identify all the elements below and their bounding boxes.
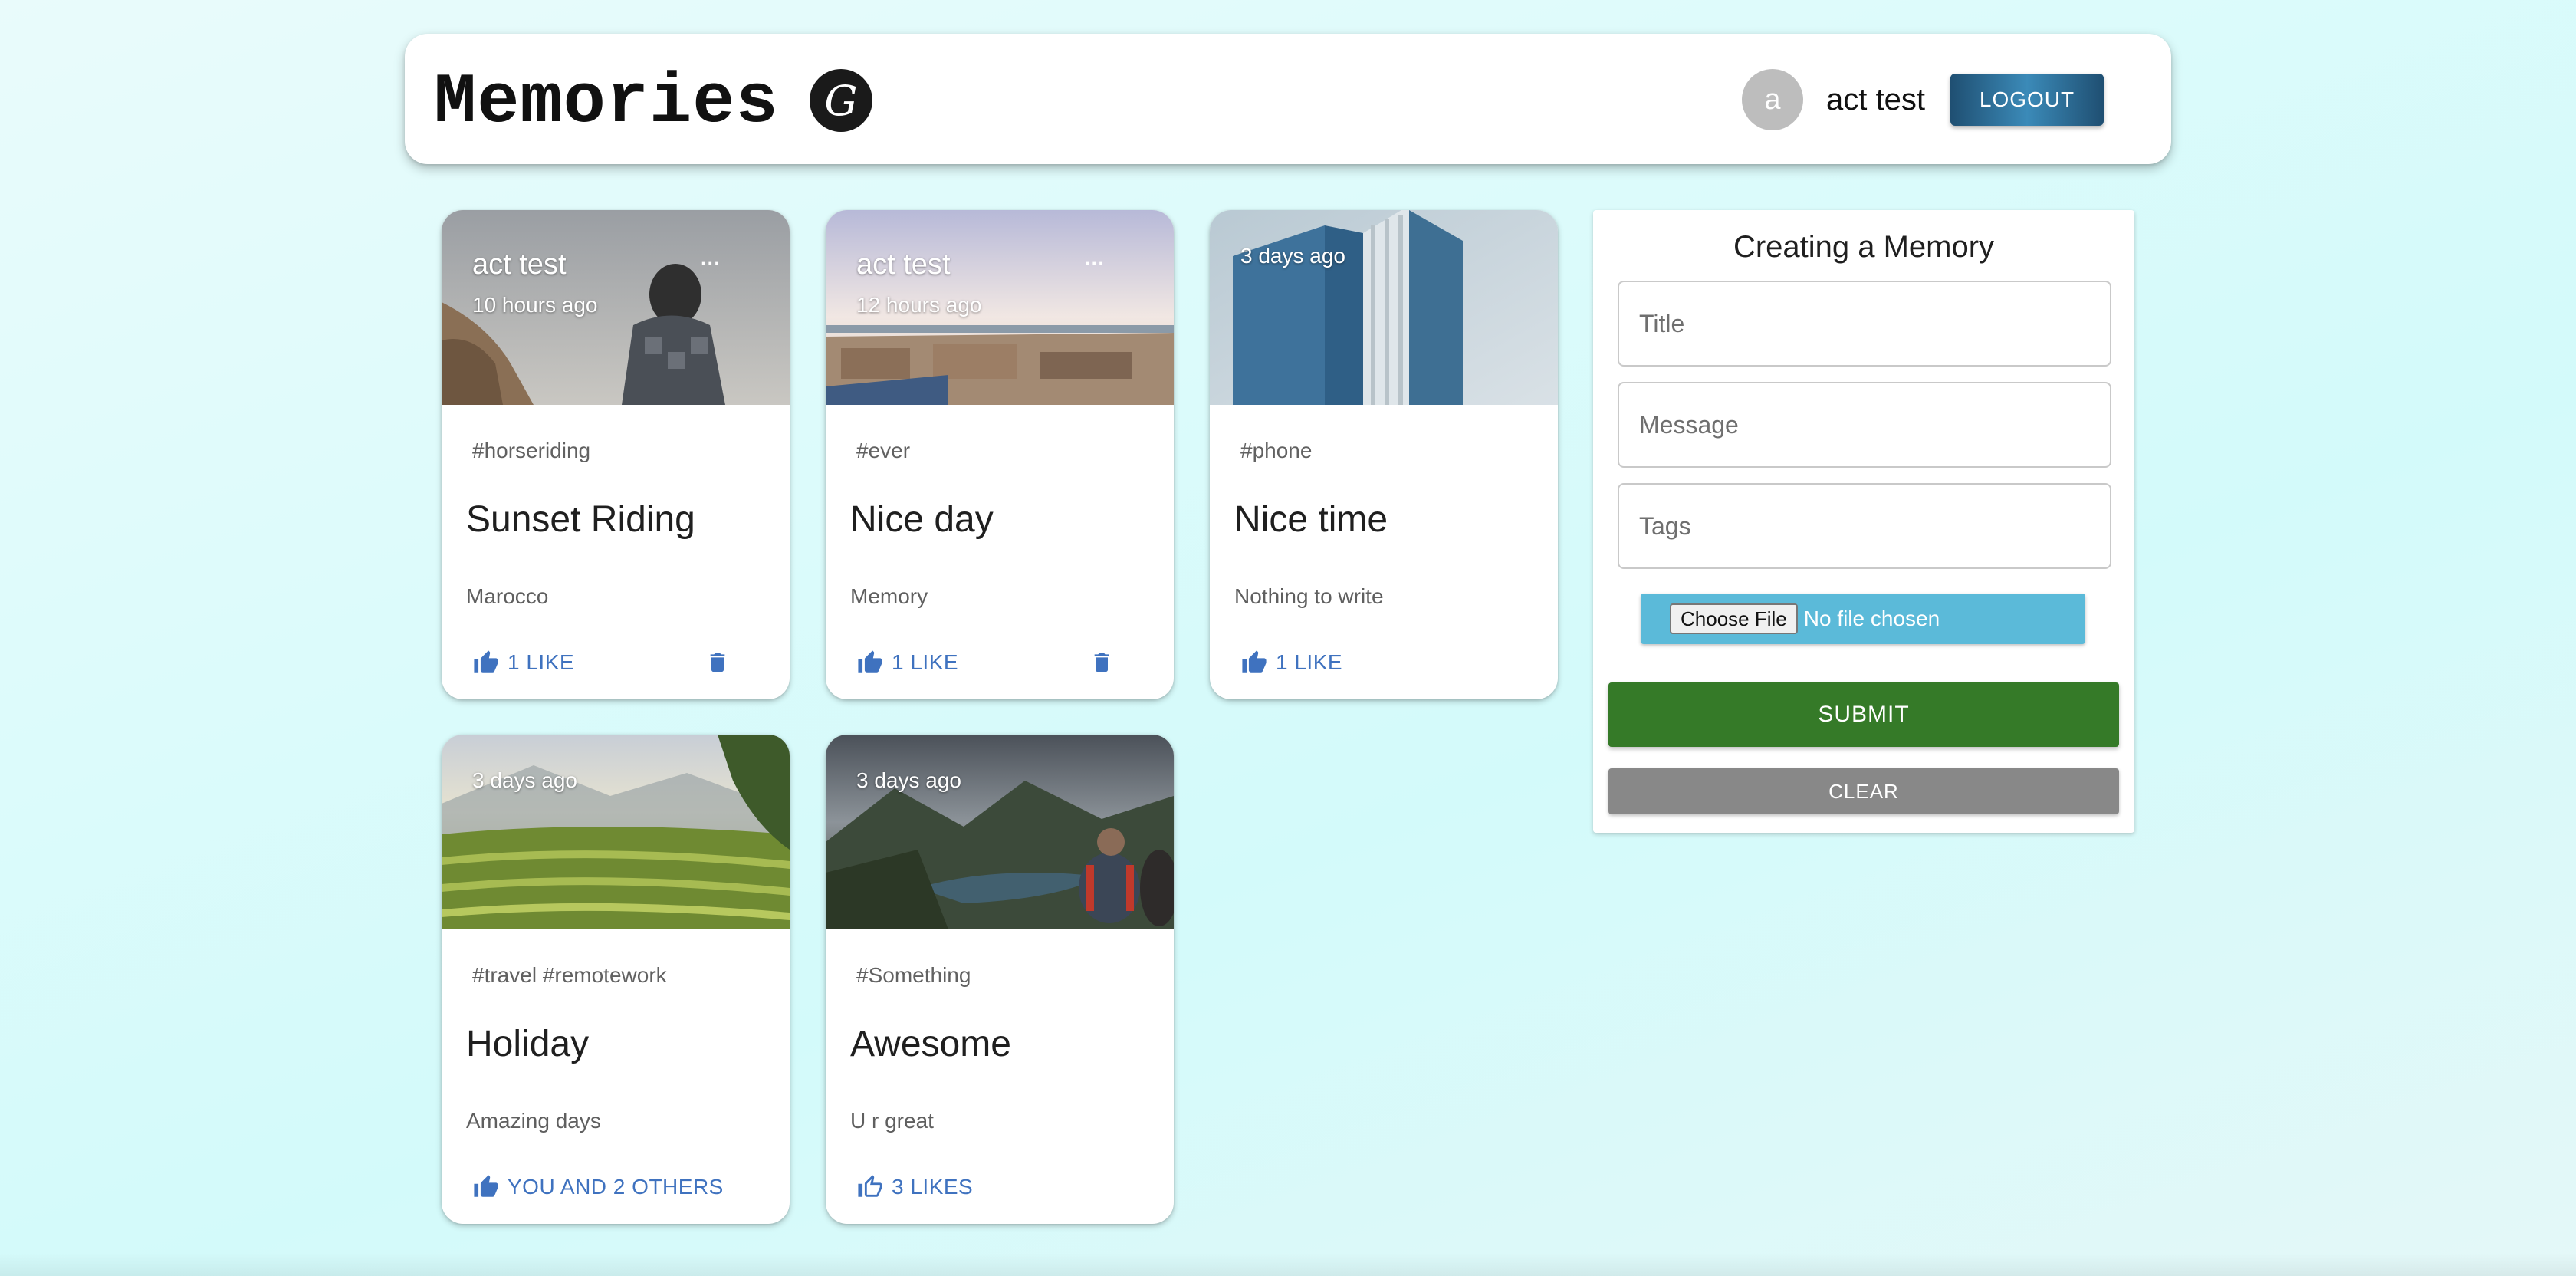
like-count: YOU AND 2 OTHERS [508, 1175, 724, 1199]
app-bar: Memories G a act test LOGOUT [405, 34, 2171, 164]
post-time: 10 hours ago [472, 293, 598, 317]
file-upload: Choose File No file chosen [1641, 594, 2085, 644]
like-button[interactable]: 1 LIKE [856, 647, 958, 678]
post-time: 3 days ago [1240, 244, 1346, 268]
post-image [442, 735, 790, 929]
clear-button[interactable]: CLEAR [1608, 768, 2119, 814]
trash-icon [710, 653, 725, 672]
thumb-up-icon [858, 650, 882, 673]
post-message: Amazing days [466, 1109, 601, 1133]
post-tags: #travel #remotework [472, 963, 667, 987]
post-time: 12 hours ago [856, 293, 982, 317]
submit-button[interactable]: SUBMIT [1608, 682, 2119, 747]
post-author: act test [856, 248, 951, 281]
like-count: 1 LIKE [892, 650, 959, 674]
like-count: 1 LIKE [508, 650, 575, 674]
post-card[interactable]: 3 days ago #travel #remotework Holiday A… [442, 735, 790, 1224]
tags-input[interactable] [1618, 483, 2111, 569]
more-options-icon[interactable]: ··· [701, 252, 721, 275]
file-status: No file chosen [1803, 607, 1940, 630]
delete-button[interactable] [705, 649, 730, 676]
logout-button[interactable]: LOGOUT [1950, 74, 2104, 126]
thumb-up-icon [1242, 650, 1267, 673]
like-button[interactable]: 1 LIKE [472, 647, 574, 678]
thumb-up-outline-icon [858, 1175, 882, 1197]
form-title: Creating a Memory [1733, 230, 1995, 264]
post-card[interactable]: act test 12 hours ago ··· #ever Nice day… [826, 210, 1174, 699]
post-image [826, 735, 1174, 929]
post-title: Awesome [850, 1024, 1011, 1064]
title-input[interactable] [1618, 281, 2111, 367]
post-author: act test [472, 248, 567, 281]
post-time: 3 days ago [472, 768, 577, 792]
avatar[interactable]: a [1742, 69, 1803, 130]
post-tags: #horseriding [472, 439, 591, 462]
thumb-up-icon [474, 1175, 498, 1197]
create-memory-form: Creating a Memory Choose File No file ch… [1593, 210, 2134, 833]
post-message: Memory [850, 584, 928, 608]
more-options-icon[interactable]: ··· [1085, 252, 1105, 275]
post-title: Nice time [1234, 499, 1388, 540]
brand-title: Memories [434, 62, 779, 143]
thumb-up-icon [474, 650, 498, 673]
trash-icon [1094, 653, 1109, 672]
post-tags: #Something [856, 963, 971, 987]
like-count: 1 LIKE [1276, 650, 1343, 674]
post-title: Sunset Riding [466, 499, 695, 540]
post-image [1210, 210, 1558, 405]
like-button[interactable]: YOU AND 2 OTHERS [472, 1172, 724, 1202]
post-message: Nothing to write [1234, 584, 1384, 608]
brand-logo: G [810, 69, 872, 132]
message-input[interactable] [1618, 382, 2111, 468]
post-tags: #ever [856, 439, 911, 462]
like-button[interactable]: 3 LIKES [856, 1172, 973, 1202]
username: act test [1826, 83, 1925, 117]
like-count: 3 LIKES [892, 1175, 974, 1199]
post-message: U r great [850, 1109, 934, 1133]
delete-button[interactable] [1089, 649, 1114, 676]
post-message: Marocco [466, 584, 549, 608]
post-card[interactable]: 3 days ago #phone Nice time Nothing to w… [1210, 210, 1558, 699]
post-card[interactable]: 3 days ago #Something Awesome U r great … [826, 735, 1174, 1224]
post-title: Holiday [466, 1024, 590, 1064]
page-bottom-shade [0, 1253, 2576, 1276]
post-card[interactable]: act test 10 hours ago ··· #horseriding S… [442, 210, 790, 699]
choose-file-button[interactable]: Choose File [1670, 603, 1798, 634]
post-title: Nice day [850, 499, 994, 540]
post-tags: #phone [1240, 439, 1313, 462]
post-time: 3 days ago [856, 768, 961, 792]
like-button[interactable]: 1 LIKE [1240, 647, 1342, 678]
